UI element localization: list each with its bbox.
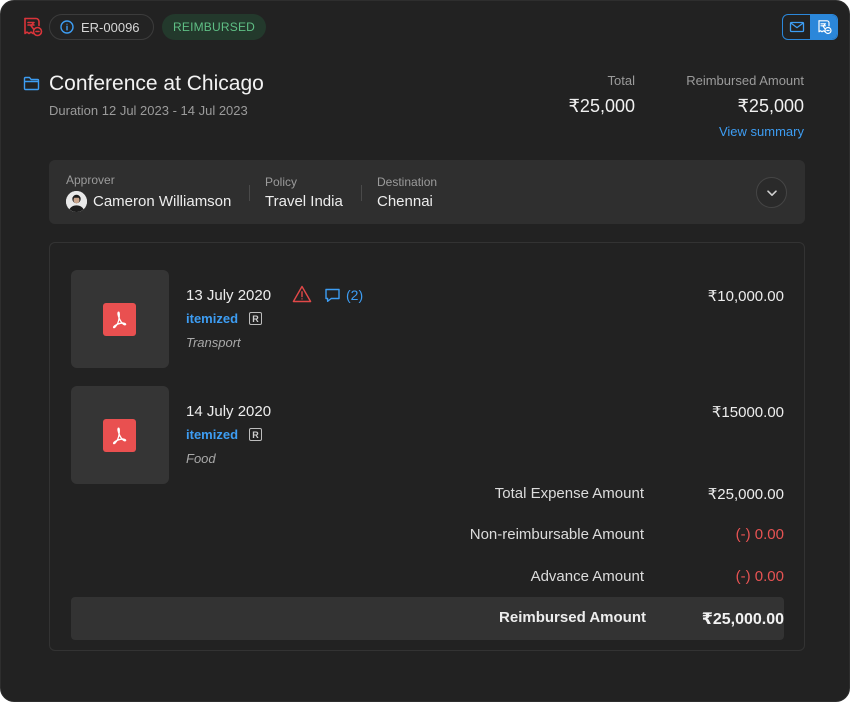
- rupee-receipt-icon: [24, 17, 43, 37]
- non-reimbursable-value: (-) 0.00: [735, 526, 784, 543]
- pdf-icon: [103, 419, 136, 452]
- approver-name: Cameron Williamson: [93, 193, 232, 210]
- expense-amount: ₹15000.00: [711, 404, 784, 421]
- reimbursed-total-row: Reimbursed Amount ₹25,000.00: [71, 597, 784, 640]
- expenses-panel: 13 July 2020 (2) itemized R Transport ₹1…: [49, 242, 805, 651]
- avatar-photo: [66, 191, 87, 212]
- destination-label: Destination: [377, 175, 438, 189]
- expense-date: 14 July 2020: [186, 403, 272, 420]
- destination-value: Chennai: [377, 193, 433, 210]
- trip-duration: Duration 12 Jul 2023 - 14 Jul 2023: [49, 103, 248, 118]
- expense-category: Transport: [186, 335, 241, 350]
- divider: [361, 185, 362, 201]
- divider: [249, 185, 250, 201]
- receipt-badge: R: [249, 428, 262, 441]
- expand-details-button[interactable]: [756, 177, 787, 208]
- report-id-chip[interactable]: ER-00096: [49, 14, 154, 40]
- avatar: [66, 191, 87, 212]
- expense-category: Food: [186, 451, 216, 466]
- receipt-thumbnail[interactable]: [71, 386, 169, 484]
- reimbursed-amount-label: Reimbursed Amount: [686, 73, 804, 88]
- advance-row: Advance Amount (-) 0.00: [71, 568, 784, 590]
- info-icon: [60, 20, 74, 34]
- expense-report-window: ER-00096 REIMBURSED Conference at Chicag…: [0, 0, 850, 702]
- comments-button[interactable]: (2): [324, 287, 363, 303]
- receipt-thumbnail[interactable]: [71, 270, 169, 368]
- comment-count: (2): [346, 287, 364, 303]
- folder-icon: [23, 76, 40, 91]
- report-details-bar: Approver Cameron Williamson Policy Trave…: [49, 160, 805, 224]
- total-expense-row: Total Expense Amount ₹25,000.00: [71, 485, 784, 507]
- page-title: Conference at Chicago: [49, 72, 264, 95]
- reimbursed-total-label: Reimbursed Amount: [499, 609, 646, 626]
- expense-item[interactable]: 13 July 2020 (2) itemized R Transport ₹1…: [71, 270, 784, 368]
- top-bar: ER-00096 REIMBURSED: [1, 1, 849, 53]
- total-expense-value: ₹25,000.00: [707, 486, 784, 503]
- chevron-down-icon: [766, 189, 777, 196]
- receipt-badge: R: [249, 312, 262, 325]
- policy-label: Policy: [265, 175, 298, 189]
- non-reimbursable-row: Non-reimbursable Amount (-) 0.00: [71, 526, 784, 548]
- mail-icon: [789, 21, 804, 33]
- expense-type: itemized: [186, 427, 239, 442]
- approver-label: Approver: [66, 173, 115, 187]
- expense-item[interactable]: 14 July 2020 itemized R Food ₹15000.00: [71, 386, 784, 484]
- warning-icon[interactable]: [292, 285, 312, 303]
- reimbursed-total-value: ₹25,000.00: [701, 611, 784, 628]
- advance-value: (-) 0.00: [735, 568, 784, 585]
- total-expense-label: Total Expense Amount: [494, 485, 644, 502]
- report-header: Conference at Chicago Duration 12 Jul 20…: [1, 61, 849, 151]
- comment-icon: [325, 288, 340, 302]
- mail-view-button[interactable]: [783, 15, 810, 39]
- receipt-view-button[interactable]: [810, 15, 837, 39]
- total-label: Total: [607, 73, 635, 88]
- status-badge: REIMBURSED: [162, 14, 267, 40]
- pdf-icon: [103, 303, 136, 336]
- expense-amount: ₹10,000.00: [707, 288, 784, 305]
- expense-date: 13 July 2020: [186, 287, 272, 304]
- report-id: ER-00096: [81, 19, 140, 35]
- advance-label: Advance Amount: [530, 568, 644, 585]
- view-toggle: [782, 14, 838, 40]
- reimbursed-amount-value: ₹25,000: [737, 96, 804, 116]
- policy-value: Travel India: [265, 193, 343, 210]
- non-reimbursable-label: Non-reimbursable Amount: [469, 526, 644, 543]
- rupee-receipt-icon: [817, 20, 832, 35]
- total-value: ₹25,000: [568, 96, 635, 116]
- view-summary-link[interactable]: View summary: [719, 124, 804, 139]
- expense-type: itemized: [186, 311, 239, 326]
